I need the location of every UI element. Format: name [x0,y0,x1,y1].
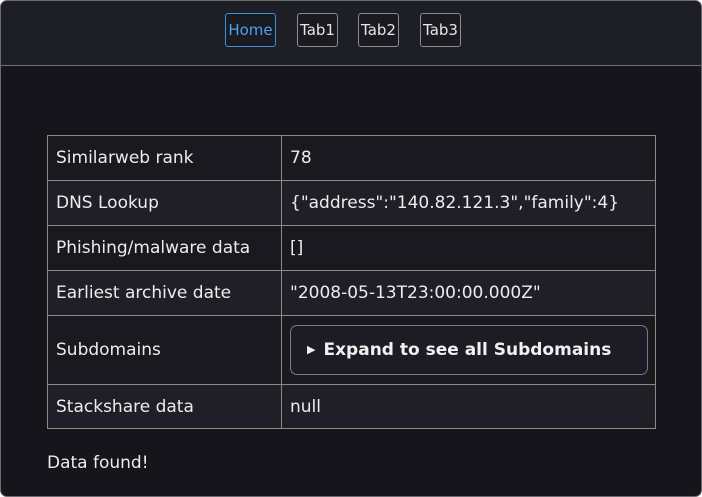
tab-home[interactable]: Home [225,13,276,47]
site-data-table: Similarweb rank 78 DNS Lookup {"address"… [47,135,656,429]
row-key: Stackshare data [47,384,282,429]
table-row: Phishing/malware data [] [47,225,656,271]
triangle-right-icon: ▶ [307,343,316,356]
table-row: Earliest archive date "2008-05-13T23:00:… [47,270,656,316]
row-value: {"address":"140.82.121.3","family":4} [281,180,656,226]
table-row: Subdomains ▶ Expand to see all Subdomains [47,315,656,385]
row-key: Similarweb rank [47,135,282,181]
expand-subdomains-label: Expand to see all Subdomains [323,340,612,360]
app-window: Home Tab1 Tab2 Tab3 Similarweb rank 78 D… [0,0,702,497]
tab-tab1[interactable]: Tab1 [297,13,338,47]
table-row: DNS Lookup {"address":"140.82.121.3","fa… [47,180,656,226]
tab-tab3[interactable]: Tab3 [420,13,461,47]
row-key: Subdomains [47,315,282,385]
row-key: Phishing/malware data [47,225,282,271]
row-value: ▶ Expand to see all Subdomains [281,315,656,385]
tab-bar: Home Tab1 Tab2 Tab3 [1,1,701,66]
table-row: Similarweb rank 78 [47,135,656,181]
row-key: Earliest archive date [47,270,282,316]
expand-subdomains-button[interactable]: ▶ Expand to see all Subdomains [290,325,648,375]
row-value: 78 [281,135,656,181]
row-value: null [281,384,656,429]
status-message: Data found! [47,453,149,473]
table-row: Stackshare data null [47,384,656,429]
tab-tab2[interactable]: Tab2 [358,13,399,47]
row-value: [] [281,225,656,271]
row-key: DNS Lookup [47,180,282,226]
row-value: "2008-05-13T23:00:00.000Z" [281,270,656,316]
